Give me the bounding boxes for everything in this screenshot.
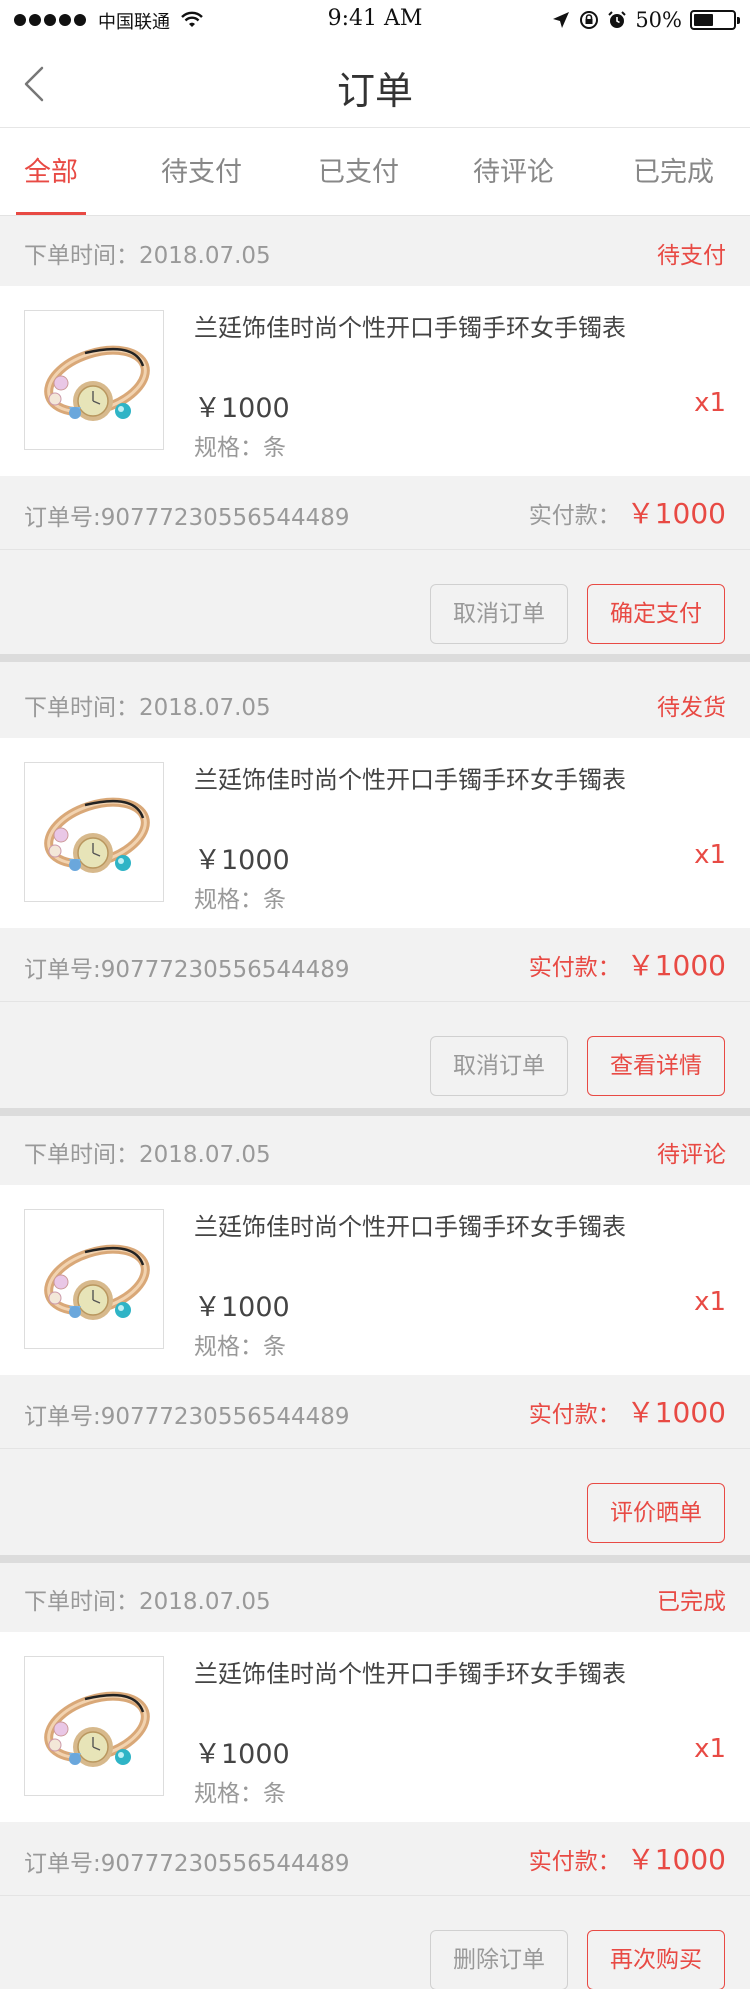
status-bar: 中国联通 9:41 AM 50%	[0, 0, 750, 40]
paid-label: 实付款：	[528, 1849, 621, 1875]
product-spec: 规格：条	[194, 1781, 286, 1807]
order-header: 下单时间：2018.07.05 已完成	[0, 1562, 750, 1632]
product-thumbnail[interactable]	[24, 310, 164, 450]
order-paid: 实付款： ￥1000	[529, 944, 726, 984]
order-summary: 订单号:90777230556544489 实付款： ￥1000	[0, 1375, 750, 1449]
order-time: 下单时间：2018.07.05	[24, 1142, 271, 1168]
order-number: 订单号:90777230556544489	[24, 957, 350, 983]
product-name: 兰廷饰佳时尚个性开口手镯手环女手镯表	[194, 766, 626, 794]
product-quantity: x1	[694, 1287, 726, 1317]
order-paid: 实付款： ￥1000	[529, 1838, 726, 1878]
product-price: ￥1000	[194, 393, 290, 424]
rotation-lock-icon	[580, 11, 599, 29]
tab-pending-payment[interactable]: 待支付	[161, 150, 242, 189]
order-summary: 订单号:90777230556544489 实付款： ￥1000	[0, 1822, 750, 1896]
order-status: 待评论	[657, 1142, 726, 1168]
bracelet-watch-image	[25, 311, 163, 449]
order-actions: 取消订单 查看详情	[0, 1003, 750, 1108]
order-actions: 取消订单 确定支付	[0, 551, 750, 656]
battery-percent: 50%	[635, 8, 682, 32]
navigation-bar: 订单	[0, 40, 750, 128]
order-header: 下单时间：2018.07.05 待评论	[0, 1115, 750, 1185]
order-status: 已完成	[657, 1589, 726, 1615]
product-price: ￥1000	[194, 845, 290, 876]
product-price: ￥1000	[194, 1739, 290, 1770]
battery-level	[694, 14, 713, 26]
paid-label: 实付款：	[528, 1402, 621, 1428]
product-name: 兰廷饰佳时尚个性开口手镯手环女手镯表	[194, 1660, 626, 1688]
location-arrow-icon	[553, 12, 570, 28]
product-price: ￥1000	[194, 1292, 290, 1323]
order-summary: 订单号:90777230556544489 实付款： ￥1000	[0, 476, 750, 550]
bracelet-watch-image	[25, 763, 163, 901]
order-separator	[0, 1555, 750, 1563]
tab-paid[interactable]: 已支付	[318, 150, 399, 189]
tab-pending-review[interactable]: 待评论	[473, 150, 554, 189]
order-header: 下单时间：2018.07.05 待支付	[0, 216, 750, 286]
order-paid: 实付款： ￥1000	[529, 492, 726, 532]
order-time: 下单时间：2018.07.05	[24, 695, 271, 721]
order-separator	[0, 1108, 750, 1116]
order-paid: 实付款： ￥1000	[529, 1391, 726, 1431]
order-actions: 评价晒单	[0, 1450, 750, 1555]
order-number: 订单号:90777230556544489	[24, 1851, 350, 1877]
order-tabs: 全部 待支付 已支付 待评论 已完成	[0, 128, 750, 216]
order-action-button[interactable]: 取消订单	[430, 584, 568, 644]
product-row[interactable]: 兰廷饰佳时尚个性开口手镯手环女手镯表 ￥1000 规格：条 x1	[0, 1185, 750, 1375]
product-row[interactable]: 兰廷饰佳时尚个性开口手镯手环女手镯表 ￥1000 规格：条 x1	[0, 738, 750, 928]
product-name: 兰廷饰佳时尚个性开口手镯手环女手镯表	[194, 1213, 626, 1241]
paid-label: 实付款：	[528, 955, 621, 981]
order-summary: 订单号:90777230556544489 实付款： ￥1000	[0, 928, 750, 1002]
paid-amount: ￥1000	[626, 497, 726, 530]
order-number: 订单号:90777230556544489	[24, 1404, 350, 1430]
order-action-button[interactable]: 确定支付	[587, 584, 725, 644]
status-right-group: 50%	[551, 8, 740, 32]
product-row[interactable]: 兰廷饰佳时尚个性开口手镯手环女手镯表 ￥1000 规格：条 x1	[0, 286, 750, 476]
page-title: 订单	[336, 69, 413, 113]
order-status: 待支付	[657, 243, 726, 269]
active-tab-indicator	[16, 212, 86, 215]
order-action-button[interactable]: 查看详情	[587, 1036, 725, 1096]
product-quantity: x1	[694, 1734, 726, 1764]
order-action-button[interactable]: 评价晒单	[587, 1483, 725, 1543]
tab-all[interactable]: 全部	[24, 150, 78, 189]
order-action-button[interactable]: 取消订单	[430, 1036, 568, 1096]
product-spec: 规格：条	[194, 1334, 286, 1360]
order-status: 待发货	[657, 695, 726, 721]
alarm-icon	[608, 11, 627, 28]
product-thumbnail[interactable]	[24, 762, 164, 902]
paid-amount: ￥1000	[626, 949, 726, 982]
paid-amount: ￥1000	[626, 1396, 726, 1429]
battery-icon	[690, 10, 740, 30]
order-action-button[interactable]: 删除订单	[430, 1930, 568, 1989]
order-number: 订单号:90777230556544489	[24, 505, 350, 531]
order-actions: 删除订单 再次购买	[0, 1897, 750, 1989]
order-header: 下单时间：2018.07.05 待发货	[0, 668, 750, 738]
product-spec: 规格：条	[194, 887, 286, 913]
product-spec: 规格：条	[194, 435, 286, 461]
product-quantity: x1	[694, 840, 726, 870]
product-quantity: x1	[694, 388, 726, 418]
product-name: 兰廷饰佳时尚个性开口手镯手环女手镯表	[194, 314, 626, 342]
order-action-button[interactable]: 再次购买	[587, 1930, 725, 1989]
tab-completed[interactable]: 已完成	[633, 150, 714, 189]
product-thumbnail[interactable]	[24, 1209, 164, 1349]
paid-label: 实付款：	[528, 503, 621, 529]
product-thumbnail[interactable]	[24, 1656, 164, 1796]
paid-amount: ￥1000	[626, 1843, 726, 1876]
bracelet-watch-image	[25, 1210, 163, 1348]
order-time: 下单时间：2018.07.05	[24, 1589, 271, 1615]
order-time: 下单时间：2018.07.05	[24, 243, 271, 269]
product-row[interactable]: 兰廷饰佳时尚个性开口手镯手环女手镯表 ￥1000 规格：条 x1	[0, 1632, 750, 1822]
bracelet-watch-image	[25, 1657, 163, 1795]
order-separator	[0, 654, 750, 662]
